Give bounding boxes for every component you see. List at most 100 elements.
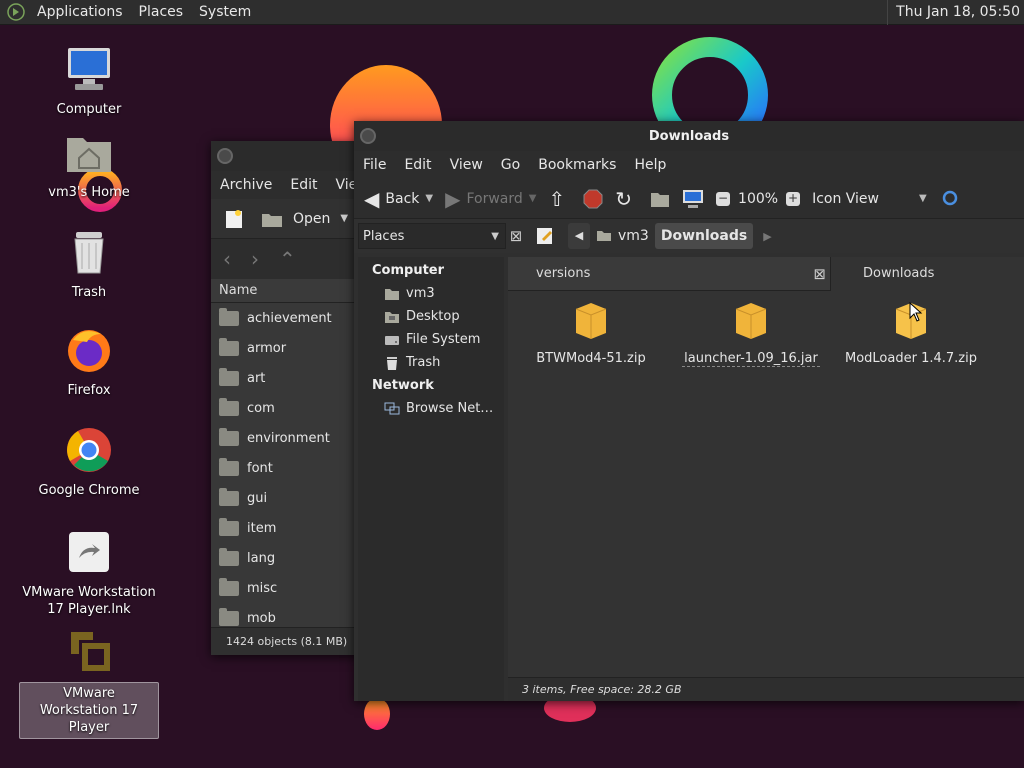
drive-icon <box>385 335 399 345</box>
tab-bar: versions ⊠ Downloads <box>508 257 1024 291</box>
reload-button[interactable]: ↻ <box>609 179 644 219</box>
desktop-icon-home[interactable]: vm3's Home <box>19 128 159 201</box>
breadcrumb-downloads[interactable]: Downloads <box>654 223 754 249</box>
list-item[interactable]: item <box>211 513 371 543</box>
panel-clock[interactable]: Thu Jan 18, 05:50 <box>887 0 1020 25</box>
tab-close-icon[interactable]: ⊠ <box>813 257 826 291</box>
search-icon[interactable] <box>941 189 961 209</box>
statusbar: 3 items, Free space: 28.2 GB <box>508 677 1024 701</box>
forward-history-dropdown[interactable]: ▼ <box>529 193 537 204</box>
folder-icon <box>219 547 239 566</box>
icon-grid: BTWMod4-51.zip launcher-1.09_16.jar ModL… <box>508 291 1024 671</box>
back-icon[interactable]: ‹ <box>223 247 231 271</box>
sidebar-item-vm3[interactable]: vm3 <box>358 282 504 305</box>
back-history-dropdown[interactable]: ▼ <box>425 193 433 204</box>
zoom-out-icon[interactable]: − <box>716 191 731 206</box>
vmware-icon <box>71 632 110 671</box>
side-pane-selector[interactable]: Places ▼ <box>358 223 506 249</box>
tab-versions[interactable]: versions ⊠ <box>508 257 830 291</box>
up-button[interactable]: ⇧ <box>543 179 578 219</box>
view-mode-select[interactable]: Icon View ▼ <box>806 179 939 219</box>
window-close-icon[interactable] <box>217 148 233 164</box>
back-button[interactable]: ◀ Back <box>354 179 425 219</box>
menu-bookmarks[interactable]: Bookmarks <box>529 157 625 173</box>
menu-go[interactable]: Go <box>492 157 529 173</box>
archive-toolbar: Open ▼ <box>211 199 371 239</box>
list-item[interactable]: achievement <box>211 303 371 333</box>
home-button[interactable] <box>644 179 676 219</box>
menu-view[interactable]: View <box>441 157 492 173</box>
name-column-header[interactable]: Name <box>211 279 371 303</box>
list-item[interactable]: font <box>211 453 371 483</box>
desktop-icon-trash[interactable]: Trash <box>19 228 159 301</box>
desktop-icon-vmware[interactable]: VMware Workstation 17 Player <box>19 626 159 739</box>
new-archive-icon[interactable] <box>223 208 245 230</box>
list-item[interactable]: environment <box>211 423 371 453</box>
home-folder-icon <box>385 288 399 300</box>
sidebar-item-trash[interactable]: Trash <box>358 351 504 374</box>
back-arrow-icon: ◀ <box>364 186 380 211</box>
sidebar-item-browse-network[interactable]: Browse Net… <box>358 397 504 420</box>
desktop-icon-firefox[interactable]: Firefox <box>19 326 159 399</box>
places-menu[interactable]: Places <box>131 4 192 20</box>
folder-icon <box>219 577 239 596</box>
open-button[interactable]: Open <box>293 211 330 227</box>
list-item[interactable]: armor <box>211 333 371 363</box>
sidebar-item-file-system[interactable]: File System <box>358 328 504 351</box>
menu-edit[interactable]: Edit <box>395 157 440 173</box>
sidebar-heading-network: Network <box>372 378 434 393</box>
zoom-in-icon[interactable]: + <box>786 191 801 206</box>
menu-help[interactable]: Help <box>625 157 675 173</box>
close-side-pane-icon[interactable]: ⊠ <box>506 227 526 245</box>
folder-icon <box>219 517 239 536</box>
chevron-down-icon[interactable]: ▼ <box>340 213 348 224</box>
archive-menubar: Archive Edit View <box>211 171 371 199</box>
archive-nav: ‹ › ⌃ <box>211 239 371 279</box>
up-icon[interactable]: ⌃ <box>279 247 296 271</box>
top-panel: Applications Places System Thu Jan 18, 0… <box>0 0 1024 25</box>
mate-logo-icon[interactable] <box>7 3 25 21</box>
window-title: Downloads <box>648 128 730 144</box>
edit-location-icon[interactable] <box>534 225 556 247</box>
menu-edit[interactable]: Edit <box>281 177 326 193</box>
breadcrumb-right-icon[interactable]: ▶ <box>763 230 771 243</box>
system-menu[interactable]: System <box>191 4 259 20</box>
file-manager-window[interactable]: Downloads File Edit View Go Bookmarks He… <box>354 121 1024 701</box>
list-item[interactable]: gui <box>211 483 371 513</box>
forward-button[interactable]: ▶ Forward <box>439 179 529 219</box>
desktop-icon-label: vm3's Home <box>48 185 130 200</box>
list-item[interactable]: com <box>211 393 371 423</box>
applications-menu[interactable]: Applications <box>29 4 131 20</box>
folder-icon <box>219 607 239 626</box>
window-titlebar[interactable]: Downloads <box>354 121 1024 151</box>
window-close-icon[interactable] <box>360 128 376 144</box>
menu-archive[interactable]: Archive <box>211 177 281 193</box>
stop-button[interactable] <box>577 179 609 219</box>
computer-icon <box>68 48 110 90</box>
list-item[interactable]: art <box>211 363 371 393</box>
desktop-icon-computer[interactable]: Computer <box>19 45 159 118</box>
sidebar-item-desktop[interactable]: Desktop <box>358 305 504 328</box>
archive-titlebar[interactable] <box>211 141 371 171</box>
file-item[interactable]: BTWMod4-51.zip <box>516 291 666 366</box>
breadcrumb-vm3[interactable]: vm3 <box>590 223 655 249</box>
zoom-control[interactable]: − 100% + <box>710 179 806 219</box>
breadcrumb-left-icon[interactable]: ◀ <box>568 223 590 249</box>
computer-button[interactable] <box>676 179 710 219</box>
location-bar: Places ▼ ⊠ ◀ vm3 Downloads ▶ <box>354 219 1024 253</box>
toolbar: ◀ Back ▼ ▶ Forward ▼ ⇧ ↻ − 100% + Icon V… <box>354 179 1024 219</box>
folder-icon <box>219 487 239 506</box>
desktop-icon-label: VMware Workstation 17 Player <box>19 682 159 739</box>
list-item[interactable]: misc <box>211 573 371 603</box>
menu-file[interactable]: File <box>354 157 395 173</box>
forward-icon[interactable]: › <box>251 247 259 271</box>
desktop-icon-chrome[interactable]: Google Chrome <box>19 426 159 499</box>
archive-manager-window[interactable]: Archive Edit View Open ▼ ‹ › ⌃ Name achi… <box>211 141 371 655</box>
tab-downloads[interactable]: Downloads <box>830 257 1024 291</box>
file-item[interactable]: launcher-1.09_16.jar <box>676 291 826 367</box>
open-archive-icon[interactable] <box>261 210 283 228</box>
desktop-icon-vmware-shortcut[interactable]: VMware Workstation 17 Player.lnk <box>19 528 159 618</box>
chevron-down-icon: ▼ <box>919 193 927 204</box>
list-item[interactable]: lang <box>211 543 371 573</box>
trash-icon <box>387 356 397 370</box>
